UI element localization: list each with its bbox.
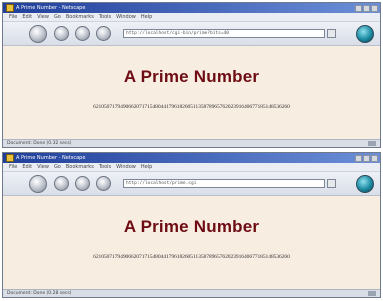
menu-view[interactable]: View: [37, 14, 49, 20]
navigation-toolbar: http://localhost/prime.cgi: [3, 172, 380, 196]
maximize-button[interactable]: [363, 4, 370, 12]
close-button[interactable]: [371, 4, 378, 12]
security-icon: [368, 141, 376, 146]
back-button[interactable]: [29, 24, 47, 43]
back-button[interactable]: [29, 174, 47, 193]
reload-button[interactable]: [75, 26, 90, 41]
netscape-app-icon: [6, 154, 14, 162]
menu-edit[interactable]: Edit: [22, 14, 32, 20]
go-button[interactable]: [327, 179, 336, 188]
page-heading: A Prime Number: [123, 67, 260, 86]
menu-bookmarks[interactable]: Bookmarks: [66, 14, 94, 20]
url-input[interactable]: http://localhost/cgi-bin/prime?bits=40: [123, 29, 325, 38]
stop-button[interactable]: [96, 176, 111, 191]
menu-bookmarks[interactable]: Bookmarks: [66, 164, 94, 170]
menu-bar: File Edit View Go Bookmarks Tools Window…: [3, 13, 380, 22]
navigation-toolbar: http://localhost/cgi-bin/prime?bits=40: [3, 22, 380, 46]
status-bar: Document: Done (0.32 secs): [3, 139, 380, 147]
menu-go[interactable]: Go: [54, 164, 61, 170]
netscape-app-icon: [6, 4, 14, 12]
menu-bar: File Edit View Go Bookmarks Tools Window…: [3, 163, 380, 172]
menu-tools[interactable]: Tools: [99, 164, 111, 170]
title-bar: A Prime Number - Netscape: [3, 153, 380, 163]
menu-tools[interactable]: Tools: [99, 14, 111, 20]
page-heading: A Prime Number: [123, 217, 260, 236]
netscape-throbber-icon: [356, 25, 374, 43]
prime-number-text: 6210507179490662071715480441796182605113…: [93, 254, 290, 260]
page-content: A Prime Number 6210507179490662071715480…: [3, 197, 380, 289]
maximize-button[interactable]: [363, 154, 370, 162]
reload-button[interactable]: [75, 176, 90, 191]
window-title: A Prime Number - Netscape: [16, 5, 86, 11]
browser-window: A Prime Number - Netscape File Edit View…: [2, 2, 381, 148]
window-title: A Prime Number - Netscape: [16, 155, 86, 161]
forward-button[interactable]: [54, 176, 69, 191]
menu-file[interactable]: File: [9, 164, 17, 170]
security-icon: [368, 291, 376, 296]
stop-button[interactable]: [96, 26, 111, 41]
netscape-throbber-icon: [356, 175, 374, 193]
browser-window: A Prime Number - Netscape File Edit View…: [2, 152, 381, 298]
minimize-button[interactable]: [355, 4, 362, 12]
status-text: Document: Done (0.32 secs): [7, 141, 72, 146]
menu-view[interactable]: View: [37, 164, 49, 170]
title-bar: A Prime Number - Netscape: [3, 3, 380, 13]
window-controls: [355, 154, 380, 162]
status-text: Document: Done (0.28 secs): [7, 291, 72, 296]
url-input[interactable]: http://localhost/prime.cgi: [123, 179, 325, 188]
go-button[interactable]: [327, 29, 336, 38]
page-content: A Prime Number 6210507179490662071715480…: [3, 47, 380, 139]
menu-file[interactable]: File: [9, 14, 17, 20]
close-button[interactable]: [371, 154, 378, 162]
status-bar: Document: Done (0.28 secs): [3, 289, 380, 297]
prime-number-text: 6210507179490662071715480441796182605113…: [93, 104, 290, 110]
forward-button[interactable]: [54, 26, 69, 41]
menu-go[interactable]: Go: [54, 14, 61, 20]
menu-help[interactable]: Help: [141, 14, 152, 20]
menu-help[interactable]: Help: [141, 164, 152, 170]
window-controls: [355, 4, 380, 12]
menu-edit[interactable]: Edit: [22, 164, 32, 170]
minimize-button[interactable]: [355, 154, 362, 162]
menu-window[interactable]: Window: [116, 14, 136, 20]
menu-window[interactable]: Window: [116, 164, 136, 170]
